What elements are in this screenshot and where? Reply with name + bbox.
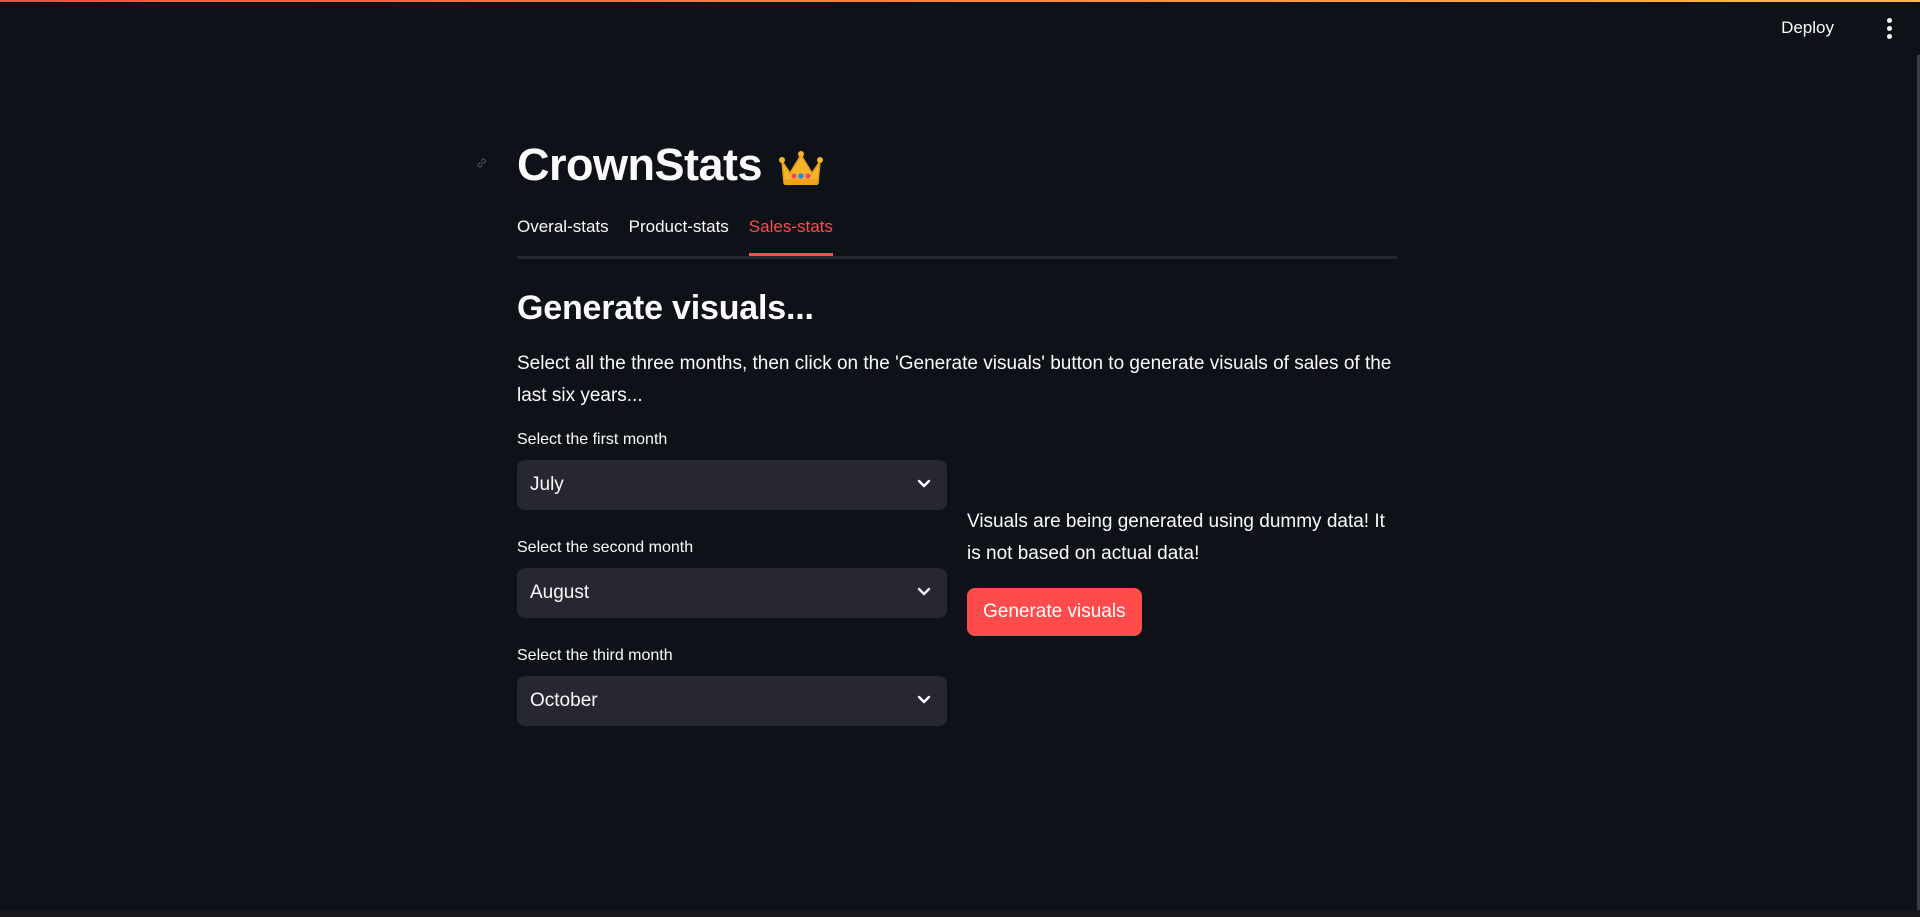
second-month-field: Select the second month August	[517, 536, 947, 618]
chevron-down-icon	[917, 695, 931, 704]
first-month-field: Select the first month July	[517, 428, 947, 510]
chevron-down-icon	[917, 479, 931, 488]
third-month-field: Select the third month October	[517, 644, 947, 726]
tab-bar: Overal-stats Product-stats Sales-stats	[517, 212, 1397, 259]
bottom-bar	[0, 910, 1920, 917]
second-month-label: Select the second month	[517, 539, 694, 556]
form-columns: Select the first month July Select the s…	[517, 428, 1397, 726]
third-month-value: October	[530, 690, 598, 711]
dummy-data-notice: Visuals are being generated using dummy …	[967, 511, 1385, 564]
kebab-menu-icon[interactable]	[1887, 18, 1893, 40]
main-content: CrownStats Overal-stats Product-stats Sa…	[517, 130, 1397, 726]
second-month-value: August	[530, 582, 590, 603]
first-month-label: Select the first month	[517, 431, 668, 448]
section-heading: Generate visuals...	[517, 289, 814, 327]
title-row: CrownStats	[517, 130, 1397, 200]
chevron-down-icon	[917, 587, 931, 596]
app-header: Deploy	[0, 2, 1920, 54]
tab-product-stats[interactable]: Product-stats	[629, 212, 729, 253]
month-selectors: Select the first month July Select the s…	[517, 428, 947, 726]
first-month-select[interactable]: July	[517, 460, 947, 510]
generate-visuals-button[interactable]: Generate visuals	[967, 588, 1142, 636]
crown-icon	[779, 151, 824, 185]
generate-panel: Visuals are being generated using dummy …	[967, 428, 1397, 726]
third-month-select[interactable]: October	[517, 676, 947, 726]
first-month-value: July	[530, 474, 564, 495]
section-description: Select all the three months, then click …	[517, 353, 1392, 406]
deploy-button[interactable]: Deploy	[1781, 18, 1834, 38]
page-title: CrownStats	[517, 139, 763, 190]
second-month-select[interactable]: August	[517, 568, 947, 618]
link-icon[interactable]	[476, 157, 488, 169]
third-month-label: Select the third month	[517, 647, 673, 664]
tab-sales-stats[interactable]: Sales-stats	[748, 212, 833, 256]
tab-overal-stats[interactable]: Overal-stats	[517, 212, 609, 253]
